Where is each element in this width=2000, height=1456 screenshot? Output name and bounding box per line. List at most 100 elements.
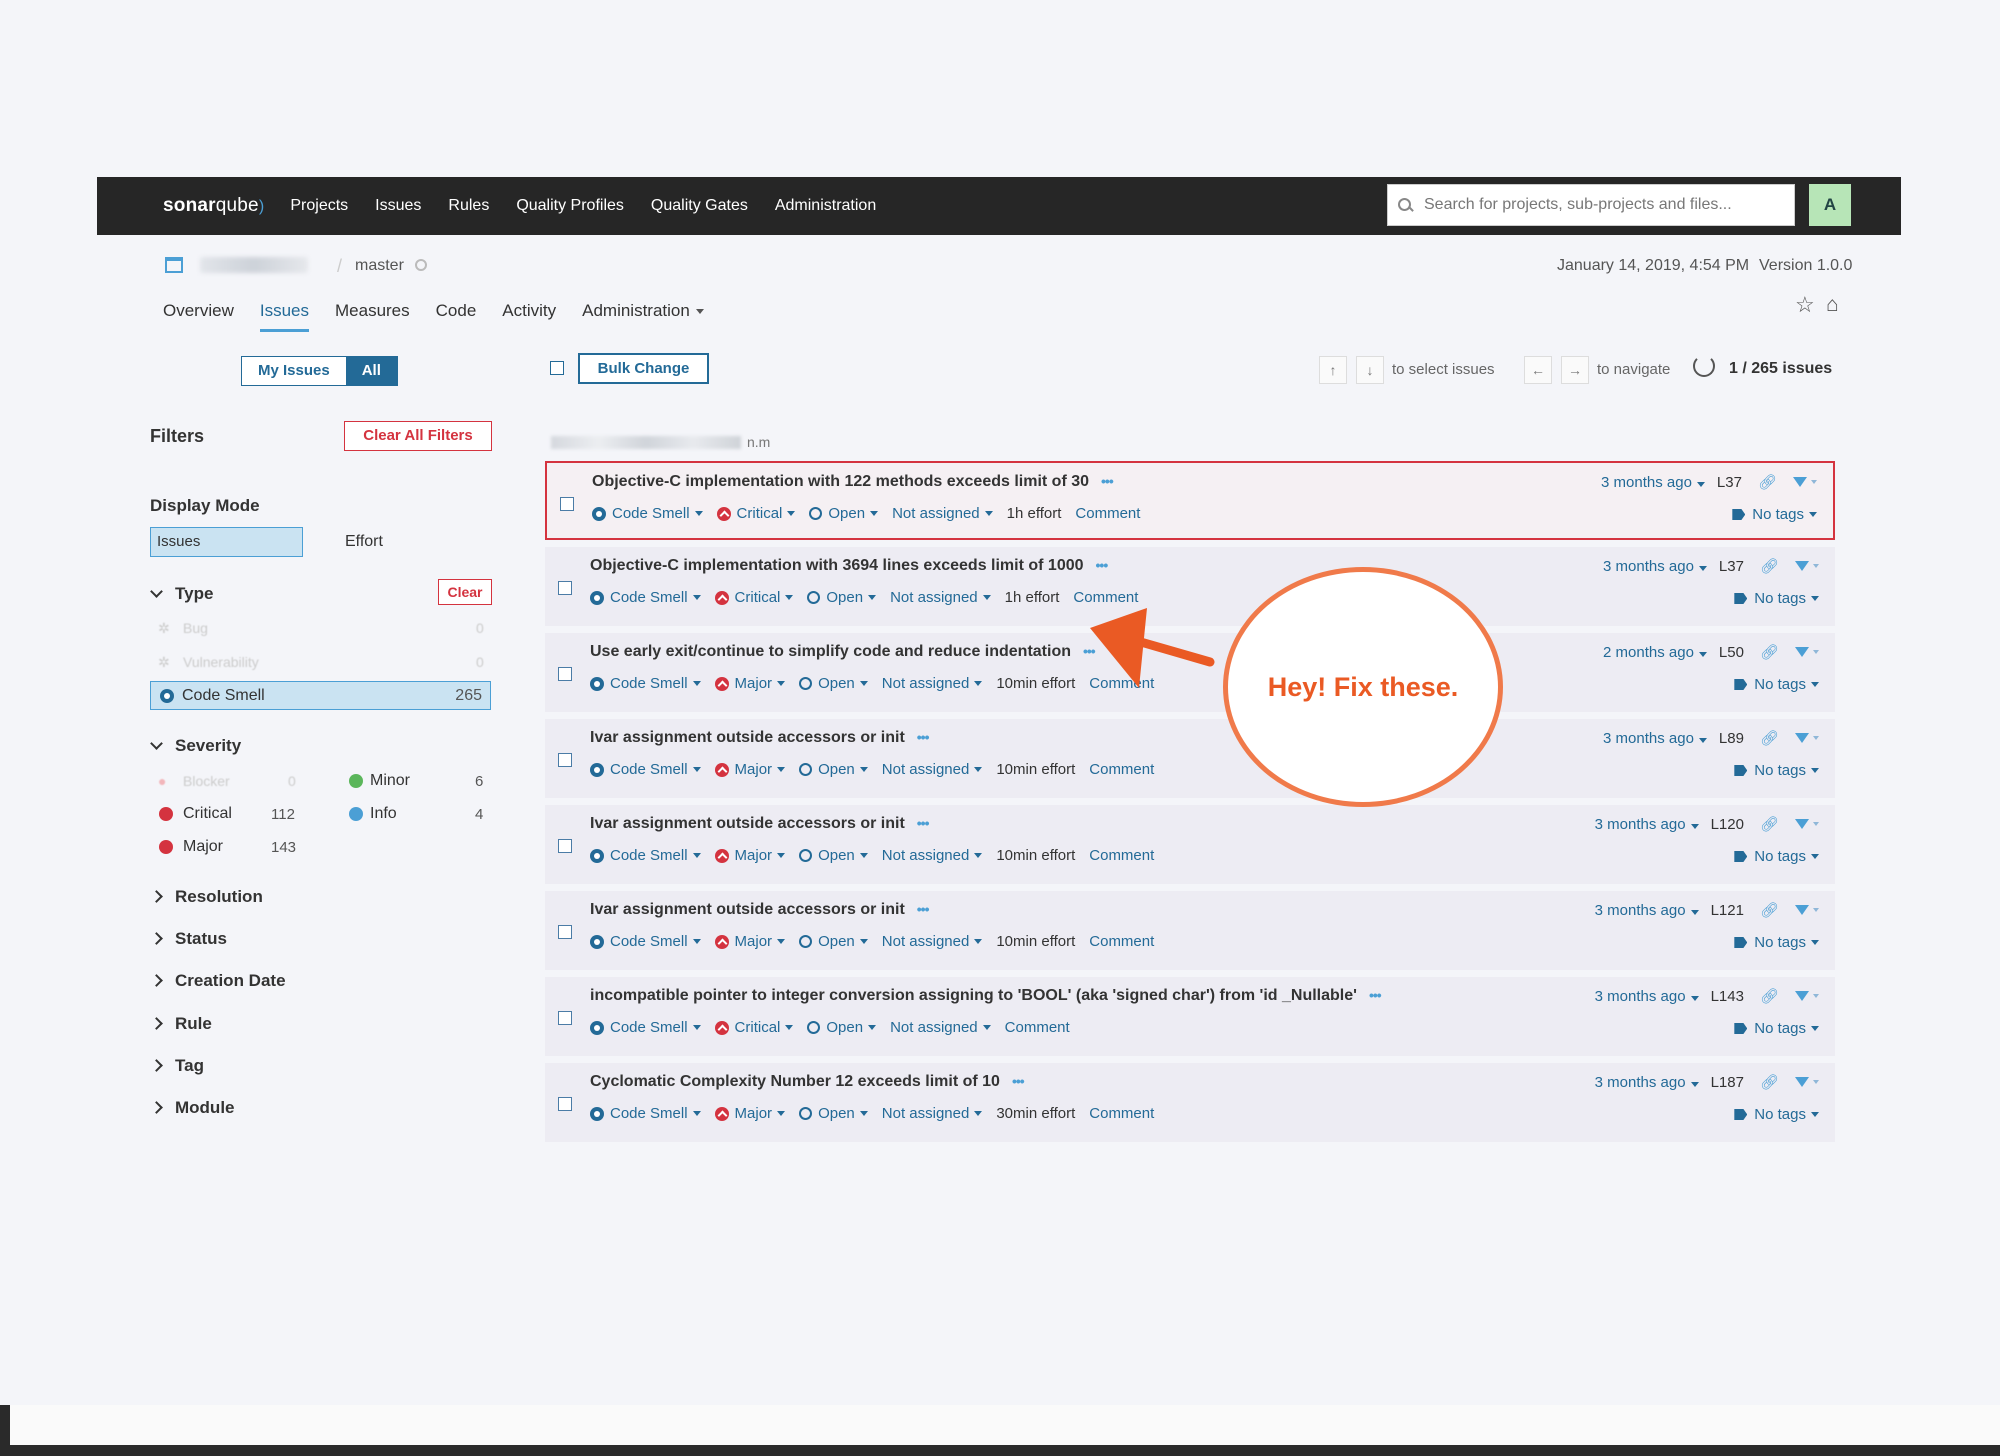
sonarqube-logo[interactable]: sonarqube)	[163, 195, 264, 217]
issue-severity[interactable]: Critical	[714, 589, 794, 606]
issue-status[interactable]: Open	[799, 1105, 868, 1122]
filter-icon[interactable]	[1795, 819, 1809, 829]
tab-code[interactable]: Code	[436, 301, 477, 321]
project-name-redacted[interactable]	[200, 257, 308, 273]
issue-message[interactable]: Ivar assignment outside accessors or ini…	[590, 729, 929, 747]
severity-major-label[interactable]: Major	[183, 838, 223, 856]
issue-checkbox[interactable]	[558, 753, 572, 767]
issue-type[interactable]: Code Smell	[590, 675, 701, 692]
issue-tags[interactable]: No tags	[1734, 762, 1819, 779]
filter-icon[interactable]	[1793, 477, 1807, 487]
display-mode-issues[interactable]: Issues	[150, 527, 303, 557]
favorite-star-icon[interactable]: ☆	[1795, 292, 1815, 318]
issue-age[interactable]: 3 months ago	[1595, 988, 1699, 1005]
issue-status[interactable]: Open	[799, 675, 868, 692]
issue-severity[interactable]: Critical	[714, 1019, 794, 1036]
facet-tag[interactable]: Tag	[150, 1056, 204, 1076]
issue-type[interactable]: Code Smell	[590, 589, 701, 606]
issue-card[interactable]: Ivar assignment outside accessors or ini…	[545, 719, 1835, 798]
issue-assignee[interactable]: Not assigned	[882, 847, 983, 864]
nav-rules[interactable]: Rules	[448, 197, 489, 215]
tab-administration[interactable]: Administration	[582, 301, 704, 321]
issue-checkbox[interactable]	[558, 925, 572, 939]
select-all-checkbox[interactable]	[550, 361, 564, 375]
issue-status[interactable]: Open	[799, 847, 868, 864]
permalink-icon[interactable]: 🔗︎	[1760, 1073, 1779, 1091]
issue-checkbox[interactable]	[558, 1097, 572, 1111]
branch-name[interactable]: master	[355, 257, 404, 275]
facet-status[interactable]: Status	[150, 929, 227, 949]
issue-comment-link[interactable]: Comment	[1005, 1019, 1070, 1036]
issue-type[interactable]: Code Smell	[590, 1105, 701, 1122]
all-issues-button[interactable]: All	[345, 357, 397, 385]
permalink-icon[interactable]: 🔗︎	[1758, 473, 1777, 491]
branch-settings-icon[interactable]	[415, 259, 427, 271]
nav-issues[interactable]: Issues	[375, 197, 421, 215]
nav-quality-gates[interactable]: Quality Gates	[651, 197, 748, 215]
issue-card[interactable]: Ivar assignment outside accessors or ini…	[545, 891, 1835, 970]
more-icon[interactable]: •••	[917, 729, 930, 745]
issue-checkbox[interactable]	[558, 667, 572, 681]
severity-minor-label[interactable]: Minor	[370, 772, 410, 790]
issue-message[interactable]: Ivar assignment outside accessors or ini…	[590, 815, 929, 833]
issue-assignee[interactable]: Not assigned	[882, 675, 983, 692]
more-icon[interactable]: •••	[917, 815, 930, 831]
issue-tags[interactable]: No tags	[1734, 1106, 1819, 1123]
issue-type[interactable]: Code Smell	[592, 505, 703, 522]
issue-status[interactable]: Open	[809, 505, 879, 522]
issue-tags[interactable]: No tags	[1734, 1020, 1819, 1037]
filter-icon[interactable]	[1795, 991, 1809, 1001]
global-search[interactable]	[1387, 184, 1795, 226]
issue-message[interactable]: Objective-C implementation with 122 meth…	[592, 473, 1114, 491]
search-input[interactable]	[1422, 195, 1786, 215]
issue-status[interactable]: Open	[807, 589, 877, 606]
issue-comment-link[interactable]: Comment	[1089, 1105, 1154, 1122]
issue-message[interactable]: incompatible pointer to integer conversi…	[590, 987, 1382, 1005]
issue-assignee[interactable]: Not assigned	[892, 505, 993, 522]
issue-severity[interactable]: Major	[714, 933, 786, 950]
filter-icon[interactable]	[1795, 1077, 1809, 1087]
issue-message[interactable]: Objective-C implementation with 3694 lin…	[590, 557, 1108, 575]
issue-card[interactable]: Cyclomatic Complexity Number 12 exceeds …	[545, 1063, 1835, 1142]
issue-checkbox[interactable]	[560, 497, 574, 511]
issue-message[interactable]: Cyclomatic Complexity Number 12 exceeds …	[590, 1073, 1025, 1091]
issue-type[interactable]: Code Smell	[590, 1019, 701, 1036]
bulk-change-button[interactable]: Bulk Change	[578, 353, 709, 384]
issue-tags[interactable]: No tags	[1734, 934, 1819, 951]
issue-tags[interactable]: No tags	[1734, 590, 1819, 607]
issue-comment-link[interactable]: Comment	[1075, 505, 1140, 522]
issue-assignee[interactable]: Not assigned	[882, 933, 983, 950]
issue-message[interactable]: Use early exit/continue to simplify code…	[590, 643, 1096, 661]
severity-blocker-label[interactable]: Blocker	[183, 773, 230, 789]
issue-type[interactable]: Code Smell	[590, 933, 701, 950]
type-vulnerability-label[interactable]: Vulnerability	[183, 654, 259, 670]
nav-projects[interactable]: Projects	[290, 197, 348, 215]
issue-checkbox[interactable]	[558, 1011, 572, 1025]
issue-age[interactable]: 3 months ago	[1595, 1074, 1699, 1091]
permalink-icon[interactable]: 🔗︎	[1760, 557, 1779, 575]
tab-measures[interactable]: Measures	[335, 301, 410, 321]
issue-comment-link[interactable]: Comment	[1089, 847, 1154, 864]
issue-type[interactable]: Code Smell	[590, 847, 701, 864]
permalink-icon[interactable]: 🔗︎	[1760, 901, 1779, 919]
issue-status[interactable]: Open	[799, 933, 868, 950]
issue-card[interactable]: incompatible pointer to integer conversi…	[545, 977, 1835, 1056]
issue-severity[interactable]: Major	[714, 761, 786, 778]
filter-icon[interactable]	[1795, 733, 1809, 743]
facet-severity-header[interactable]: Severity	[150, 736, 241, 756]
nav-administration[interactable]: Administration	[775, 197, 876, 215]
display-mode-effort[interactable]: Effort	[345, 533, 383, 551]
issue-severity[interactable]: Major	[714, 675, 786, 692]
more-icon[interactable]: •••	[1369, 987, 1382, 1003]
permalink-icon[interactable]: 🔗︎	[1760, 815, 1779, 833]
clear-all-filters-button[interactable]: Clear All Filters	[344, 421, 492, 451]
issue-age[interactable]: 3 months ago	[1595, 902, 1699, 919]
severity-critical-label[interactable]: Critical	[183, 805, 232, 823]
issue-status[interactable]: Open	[807, 1019, 877, 1036]
facet-module[interactable]: Module	[150, 1098, 235, 1118]
issue-age[interactable]: 3 months ago	[1601, 474, 1705, 491]
issue-assignee[interactable]: Not assigned	[882, 761, 983, 778]
issue-checkbox[interactable]	[558, 581, 572, 595]
issue-card[interactable]: Objective-C implementation with 122 meth…	[545, 461, 1835, 540]
nav-quality-profiles[interactable]: Quality Profiles	[516, 197, 624, 215]
